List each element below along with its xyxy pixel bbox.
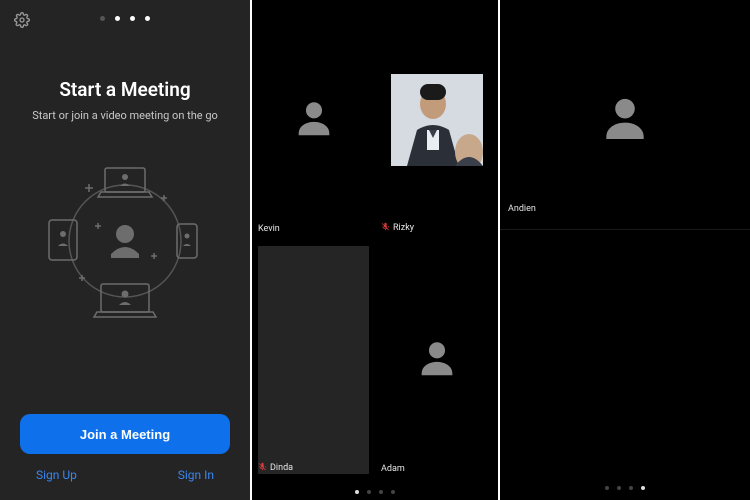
- page-dot[interactable]: [617, 486, 621, 490]
- page-dot[interactable]: [629, 486, 633, 490]
- page-indicator[interactable]: [355, 490, 395, 494]
- devices-illustration: [35, 156, 215, 326]
- participant-name: Kevin: [258, 224, 280, 234]
- join-meeting-button[interactable]: Join a Meeting: [20, 414, 230, 454]
- video-off-placeholder: [258, 246, 369, 474]
- welcome-screen: Start a Meeting Start or join a video me…: [0, 0, 250, 500]
- page-dot[interactable]: [605, 486, 609, 490]
- page-dot[interactable]: [391, 490, 395, 494]
- divider: [500, 229, 750, 230]
- mic-muted-icon: [381, 222, 390, 234]
- page-dot[interactable]: [379, 490, 383, 494]
- participant-tile[interactable]: Adam: [375, 240, 498, 480]
- person-icon: [291, 95, 337, 145]
- carousel-indicator[interactable]: [100, 16, 150, 21]
- participant-name: Rizky: [381, 222, 414, 234]
- participant-tile[interactable]: Rizky: [375, 0, 498, 240]
- participant-name: Andien: [508, 204, 536, 214]
- participant-video: [391, 74, 483, 166]
- mic-muted-icon: [258, 462, 267, 474]
- participant-name: Dinda: [258, 462, 293, 474]
- participant-name: Adam: [381, 464, 405, 474]
- page-subtitle: Start or join a video meeting on the go: [32, 109, 218, 122]
- sign-in-link[interactable]: Sign In: [178, 468, 214, 482]
- carousel-dot[interactable]: [100, 16, 105, 21]
- sign-up-link[interactable]: Sign Up: [36, 468, 77, 482]
- participant-tile[interactable]: Dinda: [252, 240, 375, 480]
- person-icon: [597, 90, 653, 150]
- carousel-dot[interactable]: [115, 16, 120, 21]
- page-dot[interactable]: [367, 490, 371, 494]
- gear-icon[interactable]: [14, 12, 30, 32]
- page-dot[interactable]: [355, 490, 359, 494]
- carousel-dot[interactable]: [145, 16, 150, 21]
- carousel-dot[interactable]: [130, 16, 135, 21]
- meeting-gallery: Kevin Rizky: [250, 0, 500, 500]
- page-indicator[interactable]: [605, 486, 645, 490]
- page-dot[interactable]: [641, 486, 645, 490]
- person-icon: [414, 335, 460, 385]
- meeting-single: Andien: [500, 0, 750, 500]
- page-title: Start a Meeting: [32, 78, 218, 101]
- participant-tile[interactable]: Kevin: [252, 0, 375, 240]
